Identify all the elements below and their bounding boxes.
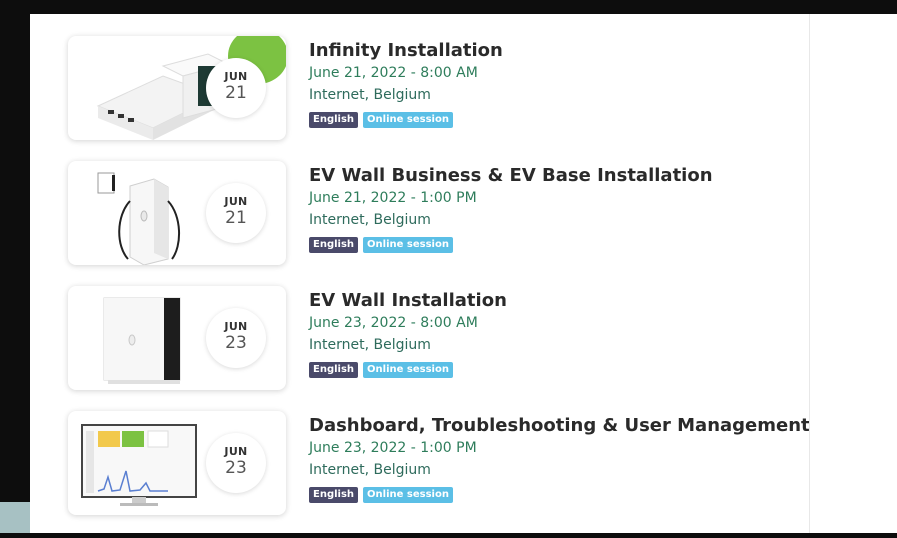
event-datetime: June 21, 2022 - 1:00 PM xyxy=(309,190,477,206)
event-thumbnail[interactable]: JUN 21 xyxy=(68,36,286,140)
date-badge: JUN 23 xyxy=(206,433,266,493)
event-card[interactable]: JUN 21 Infinity Installation June 21, 20… xyxy=(68,36,788,140)
date-month: JUN xyxy=(224,445,248,458)
event-location: Internet, Belgium xyxy=(309,87,431,103)
event-card[interactable]: JUN 23 Dashboard, Troubleshooting & User… xyxy=(68,411,810,515)
session-type-tag: Online session xyxy=(363,487,453,503)
event-info: EV Wall Installation June 23, 2022 - 8:0… xyxy=(309,290,507,378)
event-tags: English Online session xyxy=(309,112,503,128)
session-type-tag: Online session xyxy=(363,112,453,128)
date-badge: JUN 23 xyxy=(206,308,266,368)
event-title[interactable]: EV Wall Business & EV Base Installation xyxy=(309,165,713,187)
date-month: JUN xyxy=(224,195,248,208)
date-badge: JUN 21 xyxy=(206,58,266,118)
date-day: 21 xyxy=(225,208,247,228)
event-tags: English Online session xyxy=(309,362,507,378)
event-tags: English Online session xyxy=(309,237,713,253)
event-location: Internet, Belgium xyxy=(309,337,431,353)
event-title[interactable]: Dashboard, Troubleshooting & User Manage… xyxy=(309,415,810,437)
date-badge: JUN 21 xyxy=(206,183,266,243)
language-tag: English xyxy=(309,112,359,128)
language-tag: English xyxy=(309,362,359,378)
event-info: EV Wall Business & EV Base Installation … xyxy=(309,165,713,253)
event-title[interactable]: Infinity Installation xyxy=(309,40,503,62)
event-card[interactable]: JUN 23 EV Wall Installation June 23, 202… xyxy=(68,286,788,390)
date-month: JUN xyxy=(224,70,248,83)
events-page: JUN 21 Infinity Installation June 21, 20… xyxy=(30,14,897,533)
date-day: 23 xyxy=(225,458,247,478)
date-day: 23 xyxy=(225,333,247,353)
right-sidebar-panel xyxy=(809,14,897,533)
window-frame-left xyxy=(0,0,30,538)
event-thumbnail[interactable]: JUN 21 xyxy=(68,161,286,265)
event-info: Dashboard, Troubleshooting & User Manage… xyxy=(309,415,810,503)
event-datetime: June 23, 2022 - 8:00 AM xyxy=(309,315,478,331)
event-info: Infinity Installation June 21, 2022 - 8:… xyxy=(309,40,503,128)
event-location: Internet, Belgium xyxy=(309,462,431,478)
date-day: 21 xyxy=(225,83,247,103)
language-tag: English xyxy=(309,237,359,253)
window-frame-top xyxy=(0,0,897,14)
session-type-tag: Online session xyxy=(363,362,453,378)
session-type-tag: Online session xyxy=(363,237,453,253)
event-thumbnail[interactable]: JUN 23 xyxy=(68,411,286,515)
language-tag: English xyxy=(309,487,359,503)
event-title[interactable]: EV Wall Installation xyxy=(309,290,507,312)
event-thumbnail[interactable]: JUN 23 xyxy=(68,286,286,390)
event-tags: English Online session xyxy=(309,487,810,503)
event-datetime: June 23, 2022 - 1:00 PM xyxy=(309,440,477,456)
window-frame-bottom xyxy=(0,533,897,538)
event-datetime: June 21, 2022 - 8:00 AM xyxy=(309,65,478,81)
date-month: JUN xyxy=(224,320,248,333)
event-card[interactable]: JUN 21 EV Wall Business & EV Base Instal… xyxy=(68,161,788,265)
event-location: Internet, Belgium xyxy=(309,212,431,228)
